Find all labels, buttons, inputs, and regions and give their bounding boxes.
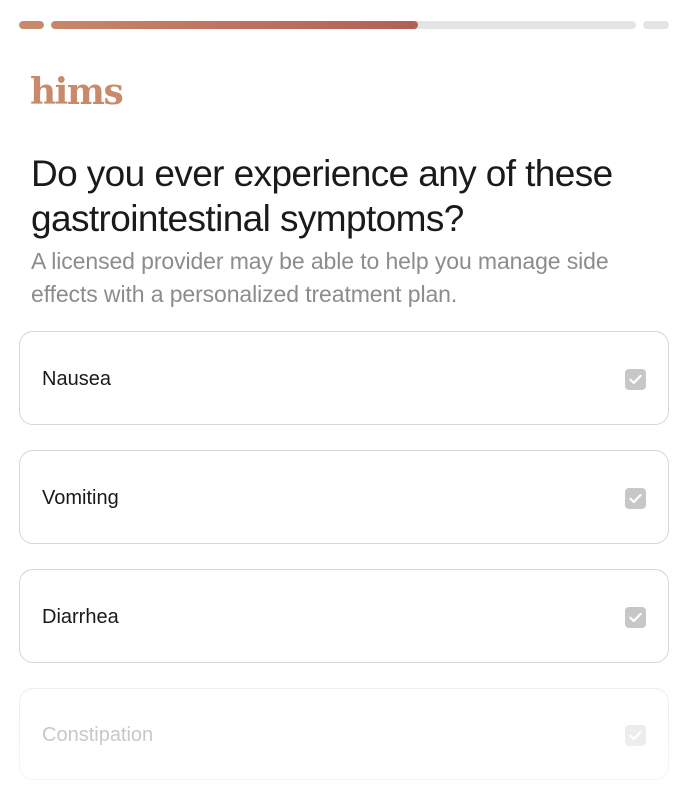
- progress-bar: [19, 21, 669, 29]
- option-label: Vomiting: [42, 487, 119, 509]
- progress-fill: [19, 21, 44, 29]
- option-diarrhea[interactable]: Diarrhea: [19, 569, 669, 663]
- checkmark-icon: [629, 374, 642, 385]
- checkmark-icon: [629, 493, 642, 504]
- brand-logo: hims: [30, 71, 124, 113]
- checkmark-icon: [629, 612, 642, 623]
- option-checkbox[interactable]: [625, 369, 646, 390]
- option-label: Diarrhea: [42, 606, 119, 628]
- option-vomiting[interactable]: Vomiting: [19, 450, 669, 544]
- option-nausea[interactable]: Nausea: [19, 331, 669, 425]
- progress-segment: [643, 21, 669, 29]
- option-checkbox[interactable]: [625, 607, 646, 628]
- progress-segment: [19, 21, 44, 29]
- question-title: Do you ever experience any of these gast…: [31, 153, 613, 239]
- checkmark-icon: [629, 730, 642, 741]
- question-subtitle: A licensed provider may be able to help …: [31, 248, 609, 307]
- option-label: Constipation: [42, 724, 154, 746]
- options-list: Nausea Vomiting Diarrhea Constipation: [19, 331, 669, 805]
- option-checkbox[interactable]: [625, 488, 646, 509]
- progress-fill: [51, 21, 418, 29]
- option-constipation[interactable]: Constipation: [19, 688, 669, 780]
- progress-segment: [51, 21, 636, 29]
- option-label: Nausea: [42, 368, 111, 390]
- option-checkbox[interactable]: [625, 725, 646, 746]
